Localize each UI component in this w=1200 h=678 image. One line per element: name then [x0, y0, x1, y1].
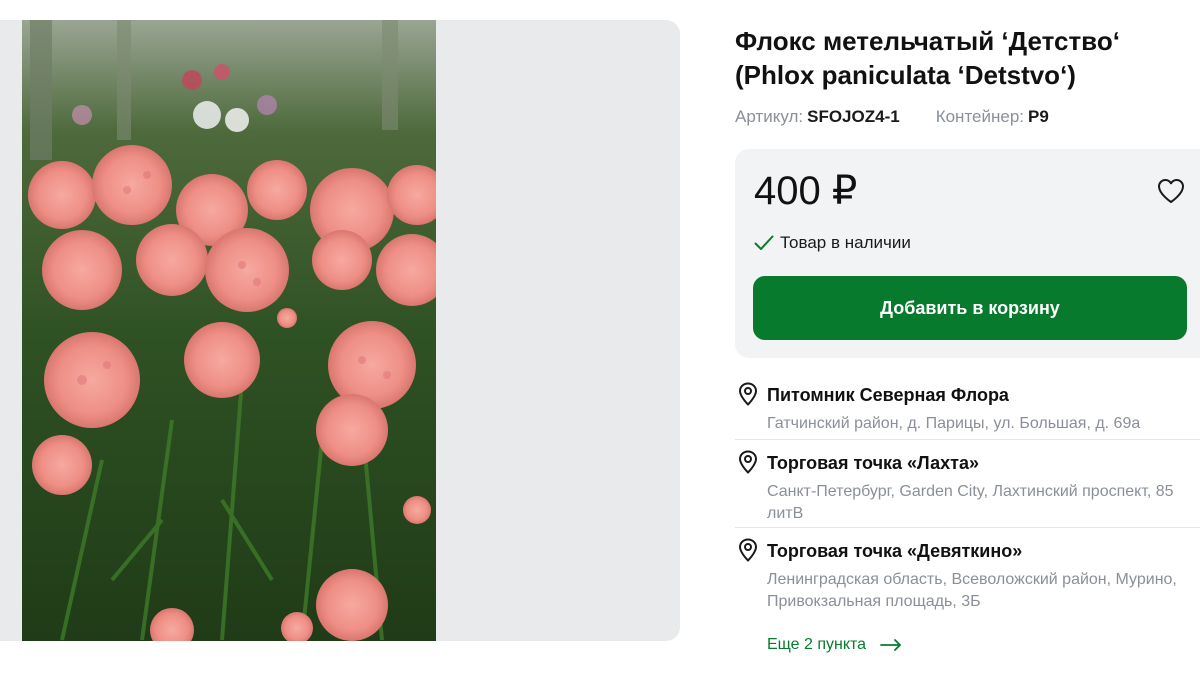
product-gallery [0, 20, 680, 641]
product-meta: Артикул: SFOJOZ4-1 Контейнер: P9 [735, 105, 1049, 129]
store-item[interactable]: Питомник Северная Флора Гатчинский район… [735, 372, 1200, 440]
store-name: Торговая точка «Лахта» [767, 453, 979, 473]
checkmark-icon [754, 235, 774, 250]
sku-block: Артикул: SFOJOZ4-1 [735, 105, 900, 129]
price: 400 ₽ [754, 169, 858, 213]
store-name: Торговая точка «Девяткино» [767, 541, 1023, 561]
store-address: Ленинградская область, Всеволожский райо… [767, 571, 1177, 610]
store-list: Питомник Северная Флора Гатчинский район… [735, 372, 1200, 614]
sku-value: SFOJOZ4-1 [807, 107, 900, 126]
buy-card: 400 ₽ Товар в наличии Добавить в корзину [735, 149, 1200, 358]
sku-label: Артикул: [735, 107, 804, 126]
product-photo[interactable] [22, 20, 436, 641]
container-block: Контейнер: P9 [936, 105, 1049, 129]
heart-outline-icon [1158, 179, 1184, 203]
store-item[interactable]: Торговая точка «Девяткино» Ленинградская… [735, 528, 1200, 614]
store-item[interactable]: Торговая точка «Лахта» Санкт-Петербург, … [735, 440, 1200, 528]
more-stores-link[interactable]: Еще 2 пункта [767, 634, 902, 656]
more-stores-label: Еще 2 пункта [767, 636, 867, 653]
store-address: Санкт-Петербург, Garden City, Лахтинский… [767, 483, 1174, 522]
product-title: Флокс метельчатый ʻДетствоʻ (Phlox panic… [735, 26, 1120, 90]
favorite-button[interactable] [1155, 175, 1187, 207]
location-pin-icon [739, 450, 757, 474]
location-pin-icon [739, 382, 757, 406]
stock-text: Товар в наличии [780, 233, 911, 252]
arrow-right-icon [880, 639, 901, 651]
location-pin-icon [739, 538, 757, 562]
store-name: Питомник Северная Флора [767, 385, 1009, 405]
add-to-cart-button[interactable]: Добавить в корзину [753, 276, 1187, 340]
store-address: Гатчинский район, д. Парицы, ул. Большая… [767, 415, 1141, 432]
container-value: P9 [1028, 107, 1049, 126]
container-label: Контейнер: [935, 107, 1025, 126]
stock-status: Товар в наличии [754, 232, 911, 254]
phlox-photo-illustration [22, 20, 436, 641]
